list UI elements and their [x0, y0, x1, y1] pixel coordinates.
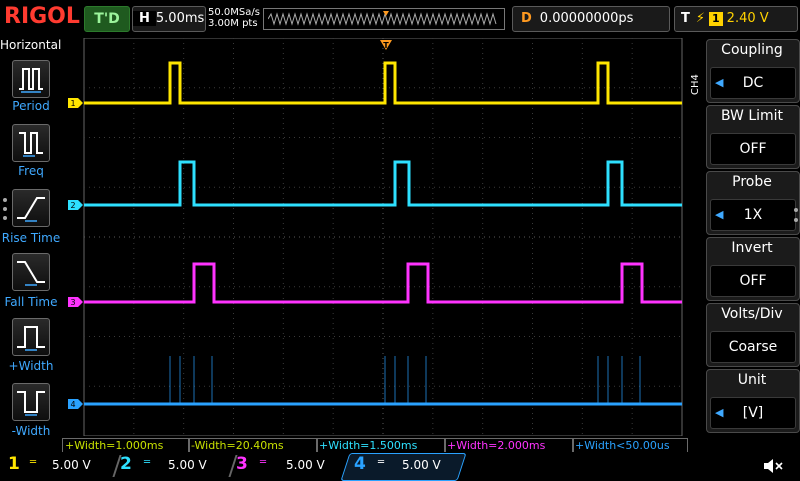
- delay-key: D: [521, 11, 532, 26]
- trigger-source-badge: 1: [709, 12, 723, 26]
- volts-div-value-text: Coarse: [728, 339, 778, 355]
- coupling-title: Coupling: [721, 42, 783, 58]
- trigger-position-marker: T: [380, 40, 392, 50]
- unit-value[interactable]: ◀ [V]: [710, 397, 796, 429]
- ch1-scale[interactable]: 5.00 V: [52, 458, 91, 472]
- channel-markers: 1 2 3 4: [68, 98, 83, 409]
- neg-width-button[interactable]: [12, 383, 50, 421]
- freq-label: Freq: [18, 164, 44, 178]
- bw-limit-value[interactable]: OFF: [710, 133, 796, 165]
- pos-width-label: +Width: [8, 359, 54, 373]
- ch1-ground-label: 1: [70, 99, 75, 108]
- pos-width-icon: [17, 326, 45, 351]
- ch2-scale[interactable]: 5.00 V: [168, 458, 207, 472]
- timebase-value: 5.00ms: [155, 11, 205, 26]
- scroll-dot: [794, 208, 798, 212]
- brand-logo: RIGOL: [4, 4, 80, 29]
- measurement-2: -Width=20.40ms: [188, 438, 318, 453]
- invert-value-text: OFF: [739, 273, 767, 289]
- probe-title: Probe: [732, 174, 772, 190]
- probe-value[interactable]: ◀ 1X: [710, 199, 796, 231]
- scroll-dot: [3, 207, 7, 211]
- rise-time-label: Rise Time: [1, 231, 61, 245]
- select-arrow-icon: ◀: [715, 208, 724, 221]
- fall-time-icon: [17, 261, 45, 286]
- bw-limit-title: BW Limit: [720, 108, 784, 124]
- coupling-value[interactable]: ◀ DC: [710, 67, 796, 99]
- ch1-coupling-icon: ═: [30, 457, 37, 468]
- fall-time-label: Fall Time: [4, 295, 58, 309]
- ch2-ground-label: 2: [70, 201, 75, 210]
- ch3-ground-label: 3: [70, 298, 75, 307]
- trigger-status-badge: T'D: [84, 6, 130, 32]
- pos-width-button[interactable]: [12, 318, 50, 356]
- trigger-box[interactable]: T ⚡ 1 2.40 V: [674, 6, 798, 32]
- period-button[interactable]: [12, 60, 50, 98]
- unit-value-text: [V]: [742, 405, 764, 421]
- channel-tag: CH4: [690, 74, 701, 95]
- fall-time-button[interactable]: [12, 253, 50, 291]
- rise-time-button[interactable]: [12, 189, 50, 227]
- delay-value: 0.00000000ps: [539, 11, 634, 26]
- measurement-4: +Width=2.000ms: [444, 438, 574, 453]
- freq-button[interactable]: [12, 124, 50, 162]
- ch3-scale[interactable]: 5.00 V: [286, 458, 325, 472]
- ch3-coupling-icon: ═: [260, 457, 267, 468]
- rising-edge-icon: ⚡: [695, 11, 706, 26]
- ch3-number[interactable]: 3: [236, 454, 248, 474]
- left-panel-title: Horizontal: [0, 38, 62, 52]
- memory-trigger-marker-icon: [383, 11, 389, 16]
- period-icon: [19, 68, 43, 93]
- sample-rate: 50.0MSa/s: [208, 7, 260, 18]
- volts-div-value[interactable]: Coarse: [710, 331, 796, 363]
- trigger-level: 2.40 V: [726, 11, 769, 26]
- ch4-scale[interactable]: 5.00 V: [402, 458, 441, 472]
- ch4-number[interactable]: 4: [354, 454, 366, 474]
- scroll-dot: [3, 216, 7, 220]
- memory-overview-strip[interactable]: [263, 8, 505, 30]
- ch4-ground-label: 4: [70, 400, 75, 409]
- ch2-coupling-icon: ═: [144, 457, 151, 468]
- trigger-key: T: [681, 11, 690, 26]
- svg-text:T: T: [383, 41, 389, 50]
- invert-value[interactable]: OFF: [710, 265, 796, 297]
- timebase-key: H: [133, 11, 156, 26]
- ch1-number[interactable]: 1: [8, 454, 20, 474]
- speaker-mute-icon[interactable]: [762, 456, 784, 476]
- select-arrow-icon: ◀: [715, 76, 724, 89]
- memory-waveform-icon: [268, 11, 497, 26]
- scroll-dot: [3, 198, 7, 202]
- graticule: [83, 38, 683, 436]
- probe-value-text: 1X: [743, 207, 763, 223]
- neg-width-icon: [17, 391, 45, 416]
- measurement-1: +Width=1.000ms: [62, 438, 190, 453]
- graticule-border: [83, 38, 683, 436]
- ch4-coupling-icon: ═: [378, 457, 385, 468]
- coupling-value-text: DC: [742, 75, 764, 91]
- ch2-number[interactable]: 2: [120, 454, 132, 474]
- rise-time-icon: [17, 197, 45, 222]
- bw-limit-value-text: OFF: [739, 141, 767, 157]
- memory-depth: 3.00M pts: [208, 18, 258, 29]
- measurement-5: +Width<50.00us: [572, 438, 688, 453]
- timebase-box[interactable]: H 5.00ms: [132, 6, 206, 32]
- unit-title: Unit: [737, 372, 767, 388]
- period-label: Period: [12, 99, 50, 113]
- graticule-lines: [84, 38, 682, 436]
- waveform-display[interactable]: 1 2 3 4 T: [62, 38, 684, 436]
- measurement-3: +Width=1.500ms: [316, 438, 446, 453]
- freq-icon: [19, 132, 43, 157]
- neg-width-label: -Width: [11, 424, 51, 438]
- select-arrow-icon: ◀: [715, 406, 724, 419]
- scroll-dot: [794, 218, 798, 222]
- acquisition-info: 50.0MSa/s 3.00M pts: [208, 7, 260, 29]
- volts-div-title: Volts/Div: [721, 306, 783, 322]
- invert-title: Invert: [731, 240, 773, 256]
- delay-box[interactable]: D 0.00000000ps: [512, 6, 670, 32]
